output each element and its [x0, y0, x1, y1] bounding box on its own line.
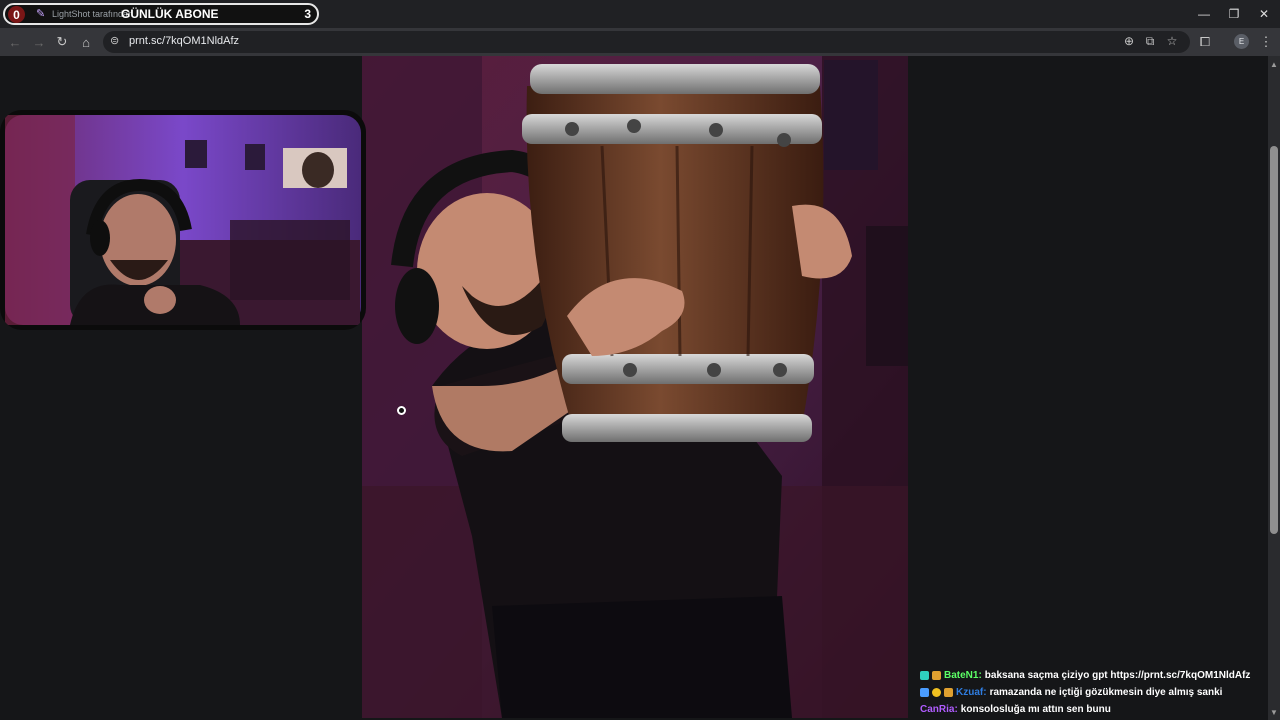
- bits-badge-icon: [932, 671, 941, 680]
- url-text[interactable]: prnt.sc/7kqOM1NldAfz: [129, 35, 239, 47]
- chat-username: Kzuaf:: [956, 687, 987, 698]
- daily-sub-overlay-title: GÜNLÜK ABONE: [121, 7, 219, 21]
- back-button[interactable]: ←: [6, 33, 24, 51]
- minimize-button[interactable]: —: [1195, 5, 1213, 23]
- chat-username: CanRia:: [920, 704, 958, 715]
- feather-icon: ✎: [36, 8, 46, 20]
- scroll-up-arrow-icon[interactable]: ▲: [1268, 58, 1280, 70]
- install-icon[interactable]: ⧉: [1142, 34, 1158, 49]
- daily-sub-count-right: 3: [304, 7, 311, 21]
- barrel-man-illustration: [362, 56, 908, 718]
- chat-text: ramazanda ne içtiği gözükmesin diye almı…: [989, 687, 1223, 698]
- home-button[interactable]: ⌂: [77, 33, 95, 51]
- stream-chat: BateN1: baksana saçma çiziyo gpt https:/…: [920, 667, 1260, 718]
- close-button[interactable]: ✕: [1255, 5, 1273, 23]
- scroll-thumb[interactable]: [1270, 146, 1278, 534]
- webcam-overlay: [0, 110, 366, 330]
- site-info-icon[interactable]: ⊜: [110, 34, 119, 47]
- address-bar[interactable]: ⊜ prnt.sc/7kqOM1NldAfz ⊕ ⧉ ☆: [103, 31, 1190, 53]
- title-bar: 0 ✎ LightShot tarafından GÜNLÜK ABONE 3 …: [0, 0, 1280, 28]
- browser-toolbar: ← → ↻ ⌂ ⊜ prnt.sc/7kqOM1NldAfz ⊕ ⧉ ☆ ⧠ E…: [0, 28, 1280, 56]
- chat-message: CanRia: konsolosluğa mı attın sen bunu: [920, 701, 1260, 718]
- chat-message: Kzuaf: ramazanda ne içtiği gözükmesin di…: [920, 684, 1260, 701]
- chat-text: konsolosluğa mı attın sen bunu: [960, 704, 1111, 715]
- screenshot-image: [362, 56, 908, 718]
- chat-text: baksana saçma çiziyo gpt https://prnt.sc…: [984, 670, 1251, 681]
- coin-badge-icon: [932, 688, 941, 697]
- subscriber-badge-icon: [920, 671, 929, 680]
- browser-tab[interactable]: 0 ✎ LightShot tarafından GÜNLÜK ABONE 3: [3, 3, 319, 25]
- menu-icon[interactable]: ⋮: [1257, 33, 1275, 51]
- sword-badge-icon: [920, 688, 929, 697]
- extensions-icon[interactable]: ⧠: [1196, 33, 1214, 51]
- chat-message: BateN1: baksana saçma çiziyo gpt https:/…: [920, 667, 1260, 684]
- bits-badge-icon: [944, 688, 953, 697]
- mouse-cursor: [397, 406, 406, 415]
- streamer-webcam-illustration: [5, 115, 361, 325]
- forward-button[interactable]: →: [30, 33, 48, 51]
- scroll-down-arrow-icon[interactable]: ▼: [1268, 706, 1280, 718]
- profile-avatar[interactable]: E: [1234, 34, 1249, 49]
- reload-button[interactable]: ↻: [53, 33, 71, 51]
- restore-button[interactable]: ❐: [1225, 5, 1243, 23]
- chat-username: BateN1:: [944, 670, 982, 681]
- daily-sub-count-left: 0: [8, 6, 25, 23]
- page-scrollbar[interactable]: ▲ ▼: [1268, 56, 1280, 720]
- zoom-icon[interactable]: ⊕: [1121, 34, 1137, 48]
- bookmark-star-icon[interactable]: ☆: [1164, 34, 1180, 48]
